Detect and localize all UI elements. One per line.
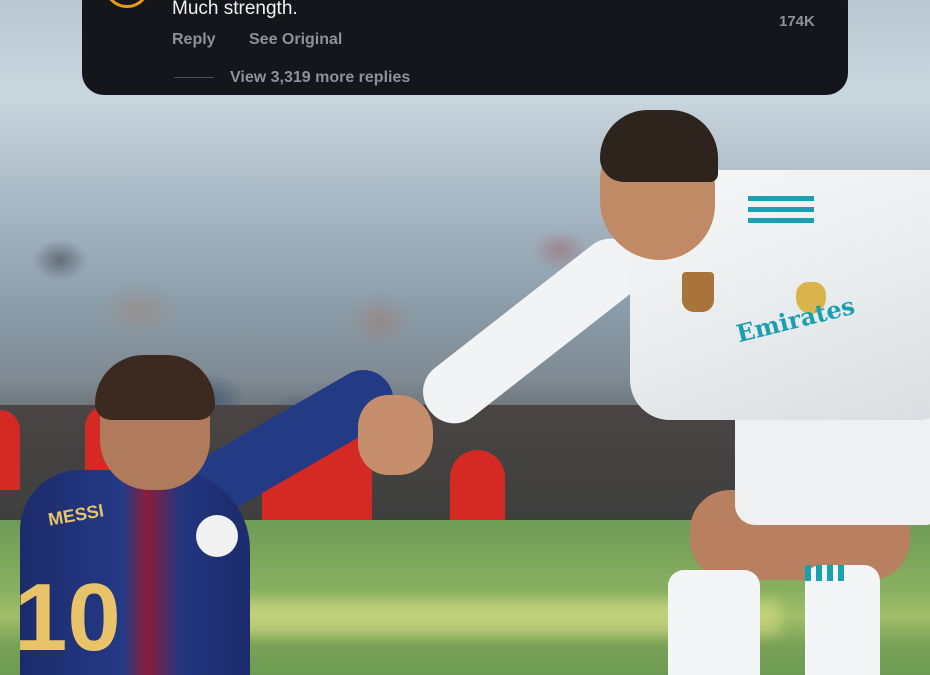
sock-stripe [805,565,845,581]
right-player-hair [600,110,718,182]
fifa-badge-icon [682,272,714,312]
reply-button[interactable]: Reply [172,30,216,50]
post-photo: Emirates MESSI 10 [0,0,930,675]
right-player-sock [668,570,760,675]
board-graphic [0,410,20,490]
replies-divider [174,77,214,78]
like-count[interactable]: 174K [779,12,815,32]
view-replies-button[interactable]: View 3,319 more replies [230,68,410,88]
handshake [358,395,433,475]
right-player-sock [805,565,880,675]
shoulder-stripe [748,196,814,226]
league-patch-icon [196,515,238,557]
screen: Emirates MESSI 10 Much strength. Reply S… [0,0,930,675]
jersey-number: 10 [14,564,121,671]
see-original-button[interactable]: See Original [249,30,342,50]
comment-text: Much strength. [172,0,298,19]
